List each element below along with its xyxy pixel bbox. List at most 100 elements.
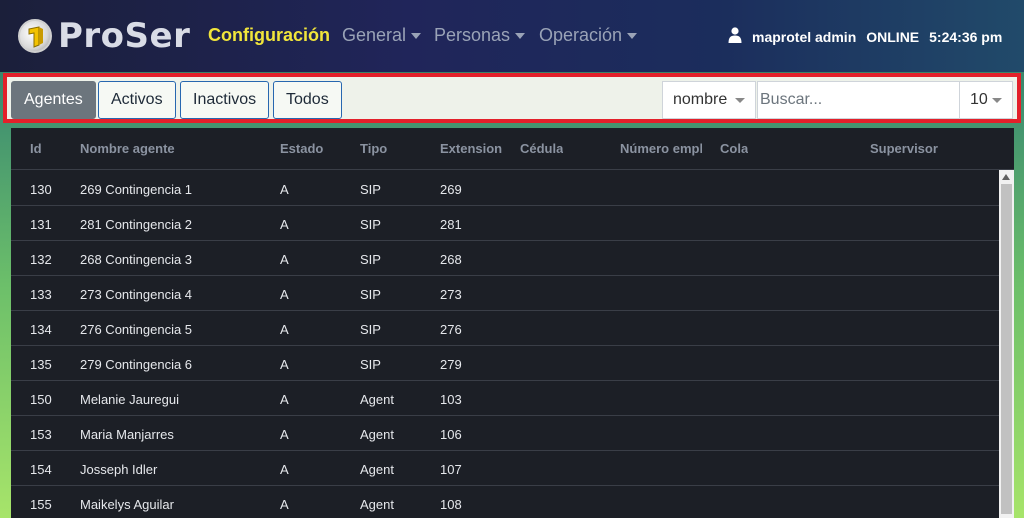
table-scrollbar[interactable] xyxy=(999,170,1014,518)
cell-extension: 108 xyxy=(440,497,462,512)
user-info[interactable]: maprotel admin ONLINE 5:24:36 pm xyxy=(728,27,1002,46)
table-row[interactable]: 150 Melanie Jauregui A Agent 103 xyxy=(11,381,999,416)
cell-id: 155 xyxy=(30,497,52,512)
inactivos-button[interactable]: Inactivos xyxy=(180,81,270,119)
cell-tipo: SIP xyxy=(360,252,381,267)
cell-id: 150 xyxy=(30,392,52,407)
cell-nombre: 273 Contingencia 4 xyxy=(80,287,193,302)
user-icon xyxy=(728,27,742,46)
cell-extension: 268 xyxy=(440,252,462,267)
cell-tipo: Agent xyxy=(360,427,394,442)
search-field-select[interactable]: nombre xyxy=(662,81,756,119)
column-header-supervisor[interactable]: Supervisor xyxy=(870,141,938,156)
cell-tipo: Agent xyxy=(360,497,394,512)
cell-estado: A xyxy=(280,217,289,232)
chevron-down-icon xyxy=(411,32,422,39)
cell-tipo: SIP xyxy=(360,322,381,337)
user-status: ONLINE xyxy=(866,28,920,45)
cell-id: 153 xyxy=(30,427,52,442)
table-row[interactable]: 134 276 Contingencia 5 A SIP 276 xyxy=(11,311,999,346)
cell-nombre: Maria Manjarres xyxy=(80,427,174,442)
agents-table: Id Nombre agente Estado Tipo Extension C… xyxy=(11,128,1014,518)
cell-extension: 281 xyxy=(440,217,462,232)
cell-extension: 269 xyxy=(440,182,462,197)
table-header: Id Nombre agente Estado Tipo Extension C… xyxy=(11,128,1014,170)
table-row[interactable]: 135 279 Contingencia 6 A SIP 279 xyxy=(11,346,999,381)
chevron-down-icon xyxy=(515,32,526,39)
scrollbar-thumb[interactable] xyxy=(1001,184,1012,514)
column-header-cola[interactable]: Cola xyxy=(720,141,748,156)
cell-id: 154 xyxy=(30,462,52,477)
cell-nombre: 279 Contingencia 6 xyxy=(80,357,193,372)
user-name: maprotel admin xyxy=(752,28,857,45)
cell-tipo: Agent xyxy=(360,392,394,407)
nav-personas-label: Personas xyxy=(434,25,511,45)
cell-estado: A xyxy=(280,357,289,372)
clock: 5:24:36 pm xyxy=(929,28,1003,45)
cell-extension: 103 xyxy=(440,392,462,407)
cell-id: 135 xyxy=(30,357,52,372)
column-header-nombre[interactable]: Nombre agente xyxy=(80,141,175,156)
search-input[interactable] xyxy=(757,81,961,119)
top-navbar: ProSer Configuración General Personas Op… xyxy=(0,0,1024,72)
cell-tipo: SIP xyxy=(360,182,381,197)
activos-button[interactable]: Activos xyxy=(98,81,176,119)
nav-configuracion[interactable]: Configuración xyxy=(208,25,330,46)
cell-extension: 273 xyxy=(440,287,462,302)
cell-nombre: Maikelys Aguilar xyxy=(80,497,174,512)
nav-personas-dropdown[interactable]: Personas xyxy=(434,25,526,46)
agentes-button[interactable]: Agentes xyxy=(11,81,96,119)
table-row[interactable]: 130 269 Contingencia 1 A SIP 269 xyxy=(11,171,999,206)
cell-extension: 279 xyxy=(440,357,462,372)
cell-id: 134 xyxy=(30,322,52,337)
nav-operacion-label: Operación xyxy=(539,25,623,45)
cell-nombre: Josseph Idler xyxy=(80,462,158,477)
column-header-estado[interactable]: Estado xyxy=(280,141,323,156)
nav-configuracion-label: Configuración xyxy=(208,25,330,45)
todos-button[interactable]: Todos xyxy=(273,81,342,119)
proser-logo-icon xyxy=(18,19,52,53)
table-row[interactable]: 132 268 Contingencia 3 A SIP 268 xyxy=(11,241,999,276)
cell-estado: A xyxy=(280,287,289,302)
cell-estado: A xyxy=(280,427,289,442)
cell-extension: 107 xyxy=(440,462,462,477)
filter-toolbar: Agentes Activos Inactivos Todos nombre 1… xyxy=(3,73,1021,123)
cell-estado: A xyxy=(280,182,289,197)
page-size-value: 10 xyxy=(970,91,988,108)
cell-nombre: 268 Contingencia 3 xyxy=(80,252,193,267)
table-row[interactable]: 153 Maria Manjarres A Agent 106 xyxy=(11,416,999,451)
column-header-numero-empleado[interactable]: Número empleado xyxy=(620,141,702,156)
column-header-tipo[interactable]: Tipo xyxy=(360,141,387,156)
cell-estado: A xyxy=(280,252,289,267)
chevron-down-icon xyxy=(627,32,638,39)
chevron-down-icon xyxy=(992,98,1002,103)
cell-extension: 276 xyxy=(440,322,462,337)
nav-general-dropdown[interactable]: General xyxy=(342,25,422,46)
page-size-select[interactable]: 10 xyxy=(959,81,1013,119)
cell-tipo: SIP xyxy=(360,217,381,232)
table-row[interactable]: 155 Maikelys Aguilar A Agent 108 xyxy=(11,486,999,518)
brand-name: ProSer xyxy=(58,16,191,56)
table-row[interactable]: 131 281 Contingencia 2 A SIP 281 xyxy=(11,206,999,241)
nav-general-label: General xyxy=(342,25,407,45)
cell-estado: A xyxy=(280,462,289,477)
chevron-down-icon xyxy=(735,98,745,103)
nav-operacion-dropdown[interactable]: Operación xyxy=(539,25,638,46)
cell-tipo: SIP xyxy=(360,357,381,372)
cell-extension: 106 xyxy=(440,427,462,442)
search-field-value: nombre xyxy=(673,91,728,108)
column-header-extension[interactable]: Extension xyxy=(440,141,502,156)
cell-nombre: Melanie Jauregui xyxy=(80,392,180,407)
cell-nombre: 276 Contingencia 5 xyxy=(80,322,193,337)
brand[interactable]: ProSer xyxy=(18,16,190,56)
table-row[interactable]: 154 Josseph Idler A Agent 107 xyxy=(11,451,999,486)
table-body: 130 269 Contingencia 1 A SIP 269 131 281… xyxy=(11,171,999,518)
scroll-up-arrow-icon[interactable] xyxy=(1002,174,1010,180)
cell-estado: A xyxy=(280,392,289,407)
column-header-id[interactable]: Id xyxy=(30,141,42,156)
cell-id: 132 xyxy=(30,252,52,267)
table-row[interactable]: 133 273 Contingencia 4 A SIP 273 xyxy=(11,276,999,311)
column-header-cedula[interactable]: Cédula xyxy=(520,141,563,156)
cell-id: 133 xyxy=(30,287,52,302)
cell-estado: A xyxy=(280,497,289,512)
